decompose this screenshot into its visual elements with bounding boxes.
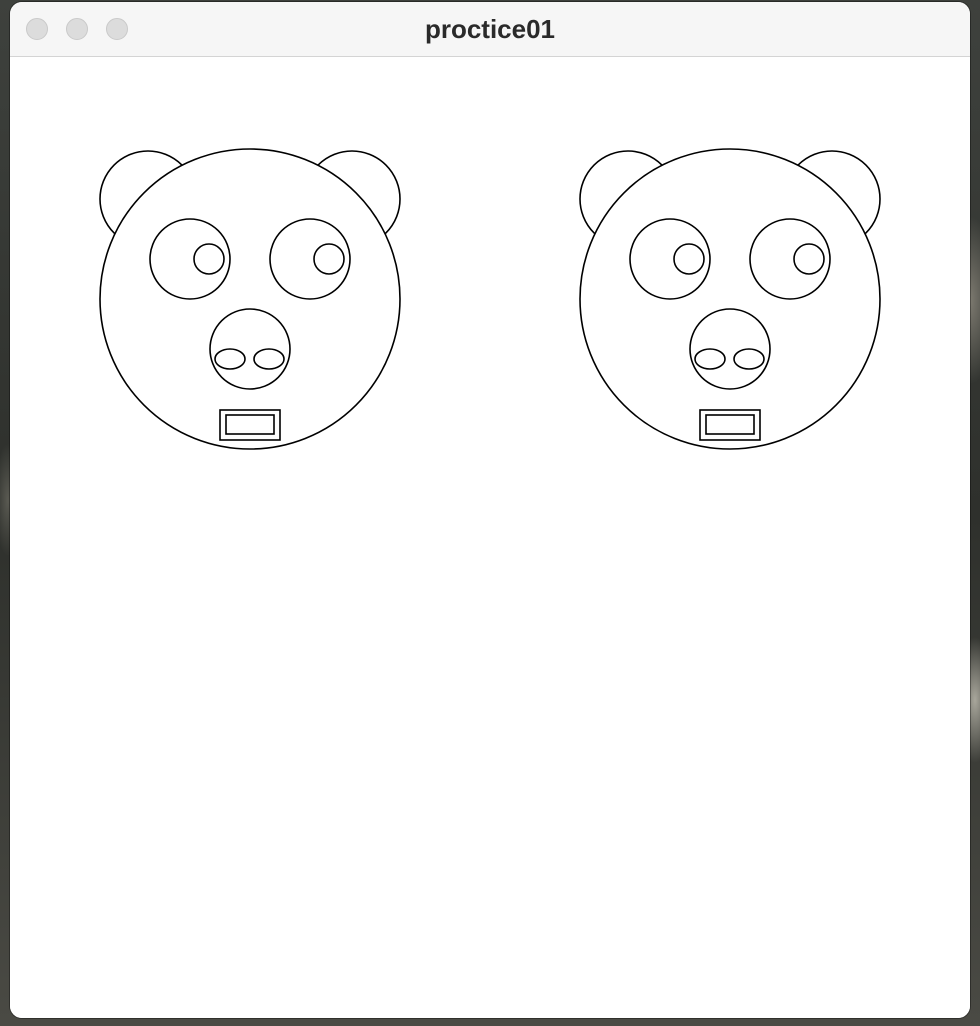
app-window: proctice01	[10, 2, 970, 1018]
snout	[689, 308, 771, 390]
left-eye	[629, 218, 711, 300]
head-circle	[579, 148, 881, 450]
right-pupil	[793, 243, 825, 275]
mouth-inner	[225, 414, 275, 435]
right-nostril	[733, 348, 765, 370]
left-nostril	[694, 348, 726, 370]
right-eye	[269, 218, 351, 300]
snout	[209, 308, 291, 390]
sketch-svg	[99, 148, 881, 450]
bear-face-right	[579, 148, 881, 450]
right-nostril	[253, 348, 285, 370]
window-title: proctice01	[424, 14, 556, 44]
left-pupil	[193, 243, 225, 275]
drawing-canvas[interactable]	[10, 57, 970, 1018]
mouth-inner	[705, 414, 755, 435]
bear-face-left	[99, 148, 401, 450]
title-bar[interactable]: proctice01	[10, 2, 970, 57]
right-eye	[749, 218, 831, 300]
left-eye	[149, 218, 231, 300]
right-pupil	[313, 243, 345, 275]
left-pupil	[673, 243, 705, 275]
head-circle	[99, 148, 401, 450]
left-nostril	[214, 348, 246, 370]
